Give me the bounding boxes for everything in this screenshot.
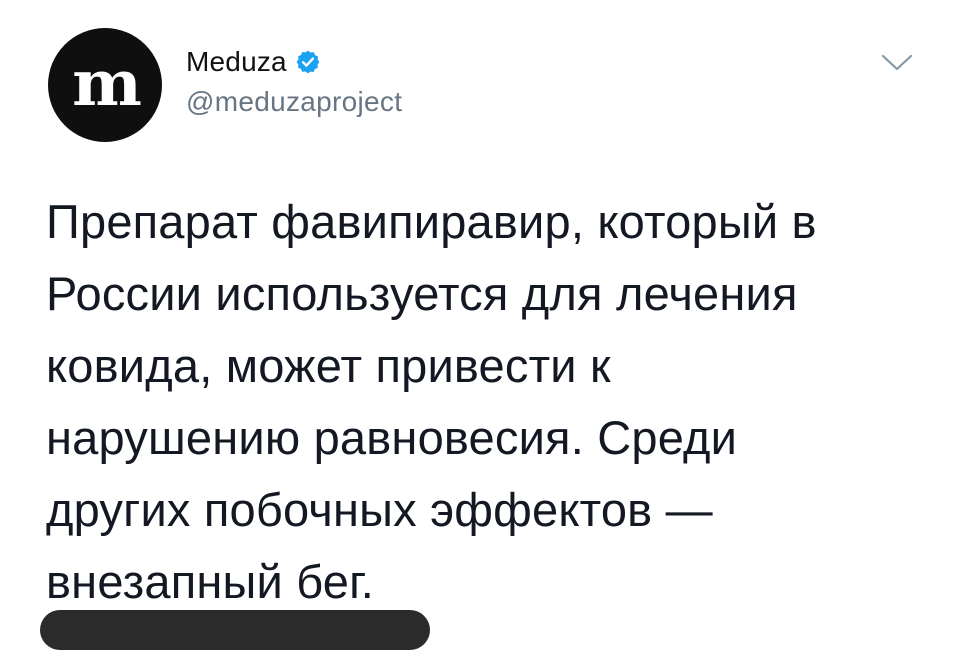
redaction-bar	[40, 610, 430, 650]
display-name[interactable]: Meduza	[186, 46, 287, 78]
tweet-text-line: России используется для лечения	[46, 267, 798, 320]
tweet-text-line: внезапный бег.	[46, 555, 375, 608]
avatar[interactable]: m	[48, 28, 162, 142]
author-handle[interactable]: @meduzaproject	[186, 86, 402, 118]
tweet-text: Препарат фавипиравир, который в России и…	[46, 186, 926, 618]
author-name-row: Meduza	[186, 46, 321, 78]
tweet-text-line: других побочных эффектов —	[46, 483, 713, 536]
verified-badge-icon	[296, 50, 320, 74]
tweet-text-line: нарушению равновесия. Среди	[46, 411, 738, 464]
tweet-text-line: Препарат фавипиравир, который в	[46, 195, 817, 248]
tweet-text-line: ковида, может привести к	[46, 339, 611, 392]
tweet-card: m Meduza @meduzaproject Препарат фавипир…	[0, 0, 960, 660]
avatar-logo: m	[72, 45, 142, 121]
chevron-down-icon[interactable]	[880, 52, 914, 74]
